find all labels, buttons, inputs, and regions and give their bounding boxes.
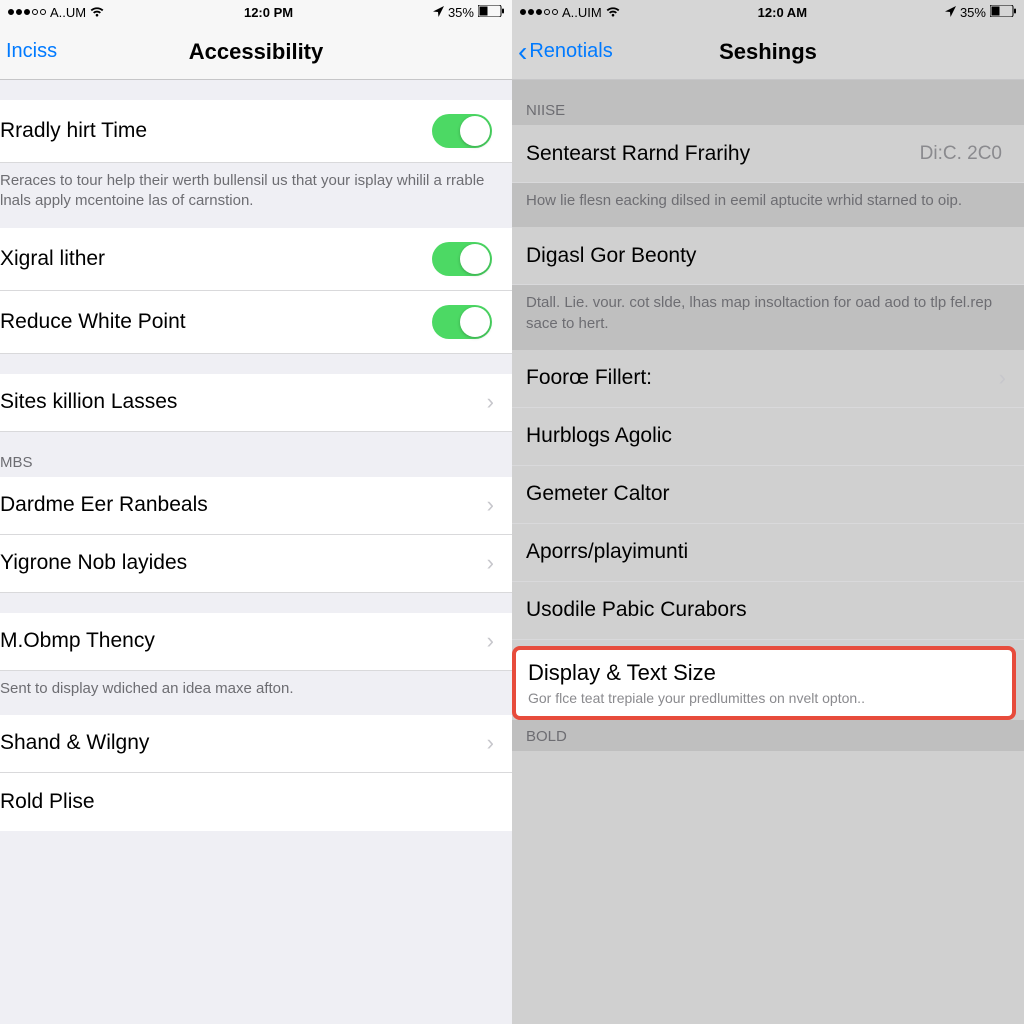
section-header: BOLD [512,720,1024,751]
chevron-left-icon: ‹ [518,38,527,66]
nav-bar: ‹ Renotials Seshings [512,24,1024,80]
row-aporrs[interactable]: Aporrs/playimunti [512,524,1024,582]
link-row-mobmp[interactable]: M.Obmp Thency › [0,613,512,671]
toggle-switch[interactable] [432,242,492,276]
battery-icon [478,5,504,20]
row-sentearst[interactable]: Sentearst Rarnd Frarihy Di:C. 2C0 [512,125,1024,183]
location-icon [433,5,444,20]
row-label: Sentearst Rarnd Frarihy [526,142,920,166]
nav-bar: Inciss Accessibility [0,24,512,80]
chevron-right-icon: › [487,389,498,415]
footer-text: How lie flesn eacking dilsed in eemil ap… [512,183,1024,227]
nav-back-label: Inciss [6,40,57,63]
battery-icon [990,5,1016,20]
chevron-right-icon: › [487,730,498,756]
row-display-text-size[interactable]: Display & Text Size Gor flce teat trepia… [512,646,1016,720]
row-label: Rradly hirt Time [0,119,432,143]
right-phone: A..UIM 12:0 AM 35% ‹ Renotials Seshings … [512,0,1024,1024]
row-label: Display & Text Size [528,660,716,686]
nav-title: Accessibility [189,39,324,65]
location-icon [945,5,956,20]
toggle-switch[interactable] [432,114,492,148]
chevron-right-icon: › [487,492,498,518]
status-time: 12:0 PM [244,5,293,20]
toggle-row-reduce-white-point[interactable]: Reduce White Point [0,291,512,354]
left-phone: A..UM 12:0 PM 35% Inciss Accessibility R… [0,0,512,1024]
link-row-shand[interactable]: Shand & Wilgny › [0,715,512,773]
row-label: Rold Plise [0,790,498,814]
row-usodile[interactable]: Usodile Pabic Curabors [512,582,1024,640]
status-bar: A..UM 12:0 PM 35% [0,0,512,24]
link-row-yigrone[interactable]: Yigrone Nob layides › [0,535,512,593]
chevron-right-icon: › [487,550,498,576]
wifi-icon [90,5,104,20]
link-row-rold[interactable]: Rold Plise [0,773,512,831]
nav-back-label: Renotials [529,40,612,63]
link-row-sites[interactable]: Sites killion Lasses › [0,374,512,432]
row-label: Usodile Pabic Curabors [526,598,1010,622]
settings-list: Rradly hirt Time Reraces to tour help th… [0,80,512,1024]
carrier-label: A..UIM [562,5,602,20]
row-label: Digasl Gor Beonty [526,244,1010,268]
toggle-row-radly[interactable]: Rradly hirt Time [0,100,512,163]
toggle-switch[interactable] [432,305,492,339]
row-digasl[interactable]: Digasl Gor Beonty [512,227,1024,285]
chevron-right-icon: › [999,365,1010,391]
section-header: MBS [0,432,512,477]
row-label: Foorœ Fillert: [526,366,999,390]
row-foor[interactable]: Foorœ Fillert: › [512,350,1024,408]
row-label: Aporrs/playimunti [526,540,1010,564]
chevron-right-icon: › [487,628,498,654]
link-row-dardme[interactable]: Dardme Eer Ranbeals › [0,477,512,535]
row-hurblogs[interactable]: Hurblogs Agolic [512,408,1024,466]
nav-title: Seshings [719,39,817,65]
row-label: Gemeter Caltor [526,482,1010,506]
toggle-row-xigral[interactable]: Xigral lither [0,228,512,291]
row-label: Dardme Eer Ranbeals [0,493,487,517]
battery-pct: 35% [448,5,474,20]
wifi-icon [606,5,620,20]
row-gemeter[interactable]: Gemeter Caltor [512,466,1024,524]
signal-dots-icon [8,9,46,15]
nav-back-button[interactable]: ‹ Renotials [518,24,613,79]
row-label: M.Obmp Thency [0,629,487,653]
row-label: Sites killion Lasses [0,390,487,414]
row-label: Shand & Wilgny [0,731,487,755]
footer-text: Sent to display wdiched an idea maxe aft… [0,671,512,715]
status-bar: A..UIM 12:0 AM 35% [512,0,1024,24]
battery-pct: 35% [960,5,986,20]
row-label: Hurblogs Agolic [526,424,1010,448]
footer-text: Reraces to tour help their werth bullens… [0,163,512,228]
row-detail: Di:C. 2C0 [920,143,1002,165]
section-header: NIISE [512,80,1024,125]
nav-back-button[interactable]: Inciss [6,24,57,79]
settings-list: NIISE Sentearst Rarnd Frarihy Di:C. 2C0 … [512,80,1024,1024]
row-label: Reduce White Point [0,310,432,334]
row-label: Yigrone Nob layides [0,551,487,575]
signal-dots-icon [520,9,558,15]
row-subtitle: Gor flce teat trepiale your predlumittes… [528,690,865,706]
status-time: 12:0 AM [758,5,807,20]
row-label: Xigral lither [0,247,432,271]
carrier-label: A..UM [50,5,86,20]
footer-text: Dtall. Lie. vour. cot slde, lhas map ins… [512,285,1024,350]
